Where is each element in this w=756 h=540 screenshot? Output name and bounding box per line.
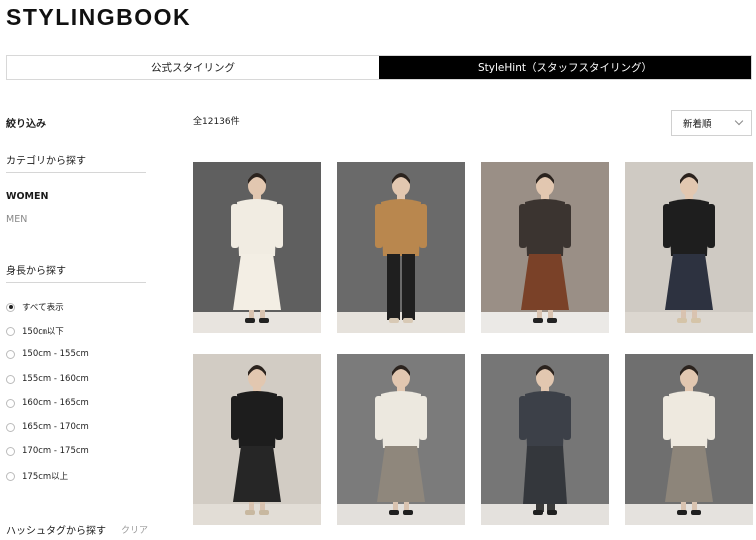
clear-button[interactable]: クリア bbox=[121, 523, 148, 536]
outfit-photo bbox=[337, 354, 465, 525]
category-women[interactable]: WOMEN bbox=[6, 191, 48, 202]
height-option-170-175[interactable]: 170cm - 175cm bbox=[6, 446, 89, 456]
site-logo[interactable]: STYLINGBOOK bbox=[6, 4, 191, 31]
styling-photo-card[interactable] bbox=[193, 354, 321, 525]
outfit-photo bbox=[625, 354, 753, 525]
styling-photo-card[interactable] bbox=[193, 162, 321, 333]
radio-icon bbox=[6, 374, 15, 384]
divider bbox=[6, 172, 146, 173]
sort-selected-value: 新着順 bbox=[683, 119, 712, 130]
height-option-label: 175cm以上 bbox=[22, 472, 69, 482]
styling-grid bbox=[193, 162, 753, 526]
height-option-label: 150㎝以下 bbox=[22, 327, 64, 337]
tab-official-styling[interactable]: 公式スタイリング bbox=[7, 56, 379, 79]
styling-photo-card[interactable] bbox=[337, 354, 465, 525]
height-option-label: 170cm - 175cm bbox=[22, 446, 89, 456]
tab-stylehint[interactable]: StyleHint（スタッフスタイリング） bbox=[379, 56, 751, 79]
styling-photo-card[interactable] bbox=[625, 162, 753, 333]
height-option-all[interactable]: すべて表示 bbox=[6, 301, 64, 313]
radio-checked-icon bbox=[6, 302, 15, 312]
divider bbox=[6, 282, 146, 283]
outfit-photo bbox=[193, 354, 321, 525]
filter-title: 絞り込み bbox=[6, 119, 46, 130]
outfit-photo bbox=[625, 162, 753, 333]
styling-photo-card[interactable] bbox=[337, 162, 465, 333]
height-option-160-165[interactable]: 160cm - 165cm bbox=[6, 398, 89, 408]
result-count: 全12136件 bbox=[193, 117, 240, 127]
outfit-photo bbox=[193, 162, 321, 333]
outfit-photo bbox=[481, 162, 609, 333]
sort-select[interactable]: 新着順 bbox=[671, 110, 752, 136]
outfit-photo bbox=[337, 162, 465, 333]
styling-photo-card[interactable] bbox=[481, 354, 609, 525]
radio-icon bbox=[6, 422, 15, 432]
category-men[interactable]: MEN bbox=[6, 214, 27, 225]
height-option-label: 160cm - 165cm bbox=[22, 398, 89, 408]
hashtag-heading[interactable]: ハッシュタグから探す bbox=[6, 522, 106, 537]
height-option-label: 150cm - 155cm bbox=[22, 349, 89, 359]
height-option-label: 165cm - 170cm bbox=[22, 422, 89, 432]
height-option-165-170[interactable]: 165cm - 170cm bbox=[6, 422, 89, 432]
radio-icon bbox=[6, 446, 15, 456]
height-option-under-150[interactable]: 150㎝以下 bbox=[6, 325, 64, 337]
height-heading[interactable]: 身長から探す bbox=[6, 262, 146, 277]
outfit-photo bbox=[481, 354, 609, 525]
styling-tabs: 公式スタイリング StyleHint（スタッフスタイリング） bbox=[6, 55, 752, 80]
styling-photo-card[interactable] bbox=[625, 354, 753, 525]
radio-icon bbox=[6, 471, 15, 481]
height-option-label: 155cm - 160cm bbox=[22, 374, 89, 384]
height-option-155-160[interactable]: 155cm - 160cm bbox=[6, 374, 89, 384]
category-heading[interactable]: カテゴリから探す bbox=[6, 152, 146, 167]
height-option-150-155[interactable]: 150cm - 155cm bbox=[6, 349, 89, 359]
radio-icon bbox=[6, 349, 15, 359]
height-option-label: すべて表示 bbox=[22, 303, 64, 313]
height-option-over-175[interactable]: 175cm以上 bbox=[6, 470, 68, 482]
chevron-down-icon bbox=[734, 116, 744, 126]
styling-photo-card[interactable] bbox=[481, 162, 609, 333]
radio-icon bbox=[6, 326, 15, 336]
radio-icon bbox=[6, 398, 15, 408]
